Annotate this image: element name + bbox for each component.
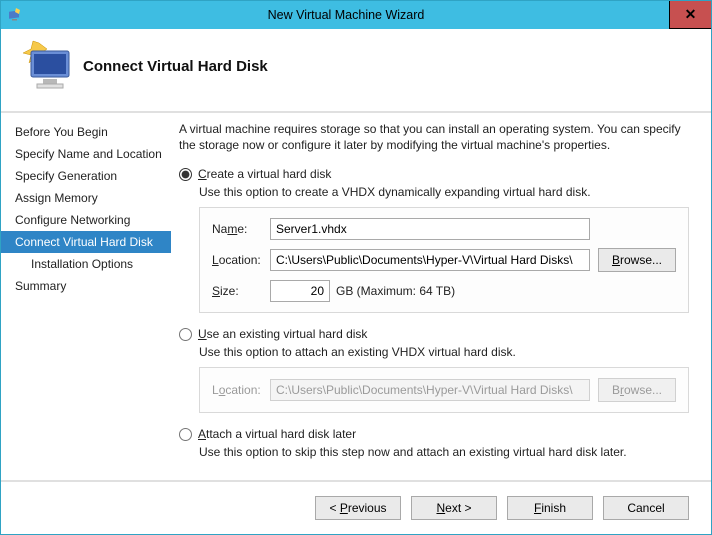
radio-existing-vhd[interactable] — [179, 328, 192, 341]
create-vhd-fields: Name: Location: Browse... Size: GB (Maxi… — [199, 207, 689, 313]
existing-vhd-desc: Use this option to attach an existing VH… — [199, 345, 689, 359]
step-before-you-begin[interactable]: Before You Begin — [1, 121, 171, 143]
browse-existing-button: Browse... — [598, 378, 676, 402]
size-suffix: GB (Maximum: 64 TB) — [336, 284, 455, 298]
app-icon — [7, 7, 23, 23]
step-specify-name[interactable]: Specify Name and Location — [1, 143, 171, 165]
next-button[interactable]: Next > — [411, 496, 497, 520]
cancel-button[interactable]: Cancel — [603, 496, 689, 520]
vhd-size-input[interactable] — [270, 280, 330, 302]
finish-button[interactable]: Finish — [507, 496, 593, 520]
step-connect-vhd[interactable]: Connect Virtual Hard Disk — [1, 231, 171, 253]
page-header: Connect Virtual Hard Disk — [1, 29, 711, 113]
option-create-vhd: Create a virtual hard disk Use this opti… — [179, 167, 689, 313]
radio-create-vhd-label: Create a virtual hard disk — [198, 167, 331, 181]
vhd-location-input[interactable] — [270, 249, 590, 271]
intro-text: A virtual machine requires storage so th… — [179, 121, 689, 153]
step-installation-options[interactable]: Installation Options — [1, 253, 171, 275]
option-existing-vhd: Use an existing virtual hard disk Use th… — [179, 327, 689, 413]
wizard-window: New Virtual Machine Wizard ✕ Connect Vir… — [0, 0, 712, 535]
wizard-steps-sidebar: Before You Begin Specify Name and Locati… — [1, 113, 171, 480]
page-title: Connect Virtual Hard Disk — [83, 58, 268, 75]
existing-location-input — [270, 379, 590, 401]
radio-existing-vhd-label: Use an existing virtual hard disk — [198, 327, 367, 341]
radio-attach-later[interactable] — [179, 428, 192, 441]
radio-create-vhd[interactable] — [179, 168, 192, 181]
attach-later-desc: Use this option to skip this step now an… — [199, 445, 689, 459]
vhd-name-input[interactable] — [270, 218, 590, 240]
wizard-hero-icon — [17, 39, 75, 93]
titlebar: New Virtual Machine Wizard ✕ — [1, 1, 711, 29]
wizard-footer: < Previous Next > Finish Cancel — [1, 480, 711, 534]
wizard-body: Before You Begin Specify Name and Locati… — [1, 113, 711, 480]
step-summary[interactable]: Summary — [1, 275, 171, 297]
step-assign-memory[interactable]: Assign Memory — [1, 187, 171, 209]
step-configure-networking[interactable]: Configure Networking — [1, 209, 171, 231]
step-specify-generation[interactable]: Specify Generation — [1, 165, 171, 187]
size-label: Size: — [212, 284, 270, 298]
option-attach-later: Attach a virtual hard disk later Use thi… — [179, 427, 689, 459]
existing-location-label: Location: — [212, 383, 270, 397]
wizard-content: A virtual machine requires storage so th… — [171, 113, 711, 480]
previous-button[interactable]: < Previous — [315, 496, 401, 520]
browse-create-button[interactable]: Browse... — [598, 248, 676, 272]
window-title: New Virtual Machine Wizard — [23, 8, 669, 22]
radio-attach-later-label: Attach a virtual hard disk later — [198, 427, 356, 441]
location-label: Location: — [212, 253, 270, 267]
existing-vhd-fields: Location: Browse... — [199, 367, 689, 413]
create-vhd-desc: Use this option to create a VHDX dynamic… — [199, 185, 689, 199]
name-label: Name: — [212, 222, 270, 236]
close-button[interactable]: ✕ — [669, 1, 711, 29]
